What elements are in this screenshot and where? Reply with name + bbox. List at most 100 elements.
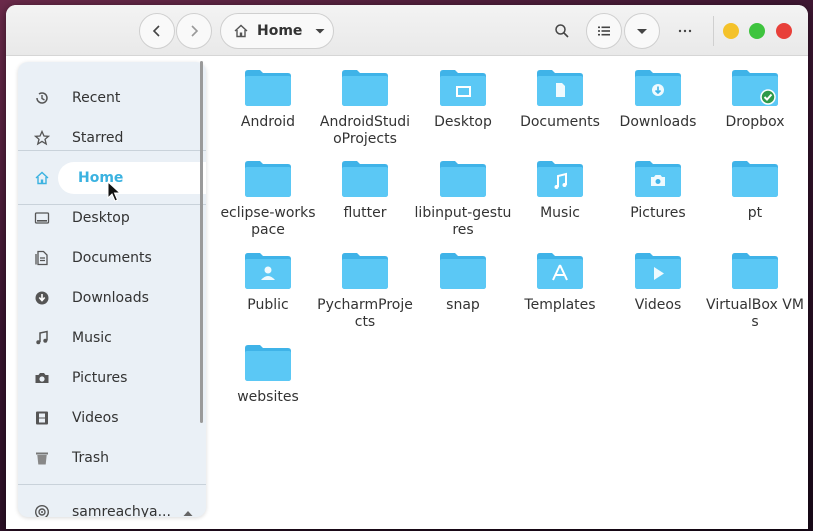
sidebar-item-videos[interactable]: Videos — [18, 398, 206, 438]
folder-item[interactable]: eclipse-workspace — [219, 158, 317, 239]
caret-down-icon — [315, 29, 325, 34]
sidebar-divider — [18, 150, 206, 151]
sidebar-item-trash[interactable]: Trash — [18, 438, 206, 478]
star-icon — [34, 130, 50, 146]
home-icon — [234, 24, 248, 38]
sidebar-item-label: Documents — [72, 250, 152, 266]
folder-item[interactable]: AndroidStudioProjects — [316, 67, 414, 148]
folder-item[interactable]: VirtualBox VMs — [706, 250, 804, 331]
eject-icon[interactable] — [182, 506, 194, 517]
folder-name: VirtualBox VMs — [706, 297, 804, 330]
folder-icon — [635, 253, 681, 289]
folder-icon — [732, 161, 778, 197]
forward-button[interactable] — [176, 13, 212, 49]
list-view-icon — [598, 26, 610, 36]
folder-icon — [342, 161, 388, 197]
home-icon — [34, 170, 50, 186]
sidebar-item-network-drive[interactable]: samreachya... — [18, 492, 206, 517]
folder-icon — [635, 161, 681, 197]
folder-icon — [245, 345, 291, 381]
folder-name: AndroidStudioProjects — [319, 114, 411, 147]
camera-icon — [34, 370, 50, 386]
sidebar-item-label: Recent — [72, 90, 121, 106]
minimize-button[interactable] — [723, 23, 739, 39]
view-options-button[interactable] — [624, 13, 660, 49]
folder-item[interactable]: Desktop — [414, 67, 512, 131]
caret-down-icon — [637, 29, 647, 34]
folder-icon — [245, 253, 291, 289]
folder-item[interactable]: flutter — [316, 158, 414, 222]
folder-icon — [440, 70, 486, 106]
location-button[interactable]: Home — [220, 13, 334, 49]
sidebar-item-label: Starred — [72, 130, 124, 146]
folder-item[interactable]: pt — [706, 158, 804, 222]
trash-icon — [34, 450, 50, 466]
sidebar: Recent Starred Home Desktop Documents Do… — [18, 62, 206, 517]
folder-item[interactable]: libinput-gestures — [414, 158, 512, 239]
folder-item[interactable]: Templates — [511, 250, 609, 314]
folder-item[interactable]: websites — [219, 342, 317, 406]
folder-name: websites — [237, 389, 299, 405]
folder-icon — [537, 161, 583, 197]
folder-name: Desktop — [434, 114, 492, 130]
sidebar-item-label: Videos — [72, 410, 119, 426]
folder-name: Pictures — [630, 205, 686, 221]
search-button[interactable] — [547, 16, 577, 46]
chevron-left-icon — [152, 25, 160, 37]
header-separator — [713, 16, 714, 46]
sidebar-item-recent[interactable]: Recent — [18, 78, 206, 118]
sidebar-item-starred[interactable]: Starred — [18, 118, 206, 158]
folder-item[interactable]: Dropbox — [706, 67, 804, 131]
sidebar-scrollbar[interactable] — [200, 61, 203, 423]
folder-name: flutter — [343, 205, 387, 221]
sidebar-item-label: Trash — [72, 450, 109, 466]
folder-icon — [342, 253, 388, 289]
sidebar-item-music[interactable]: Music — [18, 318, 206, 358]
sidebar-item-label: Downloads — [72, 290, 149, 306]
desktop-icon — [34, 210, 50, 226]
view-list-button[interactable] — [586, 13, 622, 49]
folder-name: Dropbox — [725, 114, 785, 130]
folder-icon — [537, 70, 583, 106]
folder-item[interactable]: snap — [414, 250, 512, 314]
folder-item[interactable]: PycharmProjects — [316, 250, 414, 331]
folder-name: Android — [240, 114, 296, 130]
sidebar-item-label: Music — [72, 330, 112, 346]
folder-item[interactable]: Music — [511, 158, 609, 222]
folder-name: Music — [540, 205, 580, 221]
sidebar-item-desktop[interactable]: Desktop — [18, 198, 206, 238]
folder-icon — [537, 253, 583, 289]
folder-icon — [342, 70, 388, 106]
folder-icon — [732, 70, 778, 106]
sidebar-item-downloads[interactable]: Downloads — [18, 278, 206, 318]
folder-item[interactable]: Documents — [511, 67, 609, 131]
folder-item[interactable]: Public — [219, 250, 317, 314]
folder-item[interactable]: Videos — [609, 250, 707, 314]
header-bar: Home — [6, 5, 808, 56]
folder-name: snap — [446, 297, 480, 313]
sidebar-item-documents[interactable]: Documents — [18, 238, 206, 278]
folder-name: Templates — [524, 297, 596, 313]
film-icon — [34, 410, 50, 426]
back-button[interactable] — [139, 13, 175, 49]
sidebar-item-pictures[interactable]: Pictures — [18, 358, 206, 398]
location-label: Home — [257, 23, 303, 39]
clock-icon — [34, 90, 50, 106]
folder-icon — [245, 70, 291, 106]
folder-name: eclipse-workspace — [220, 205, 316, 238]
folder-item[interactable]: Android — [219, 67, 317, 131]
folder-icon — [635, 70, 681, 106]
maximize-button[interactable] — [749, 23, 765, 39]
folder-item[interactable]: Downloads — [609, 67, 707, 131]
chevron-right-icon — [191, 25, 199, 37]
more-icon — [678, 29, 692, 33]
folder-name: PycharmProjects — [317, 297, 413, 330]
document-icon — [34, 250, 50, 266]
file-manager-window: Home Recent Starred Home Desktop Documen… — [6, 5, 808, 529]
folder-icon — [440, 253, 486, 289]
folder-name: Videos — [634, 297, 682, 313]
menu-button[interactable] — [670, 16, 700, 46]
folder-item[interactable]: Pictures — [609, 158, 707, 222]
close-button[interactable] — [776, 23, 792, 39]
folder-name: Public — [247, 297, 289, 313]
